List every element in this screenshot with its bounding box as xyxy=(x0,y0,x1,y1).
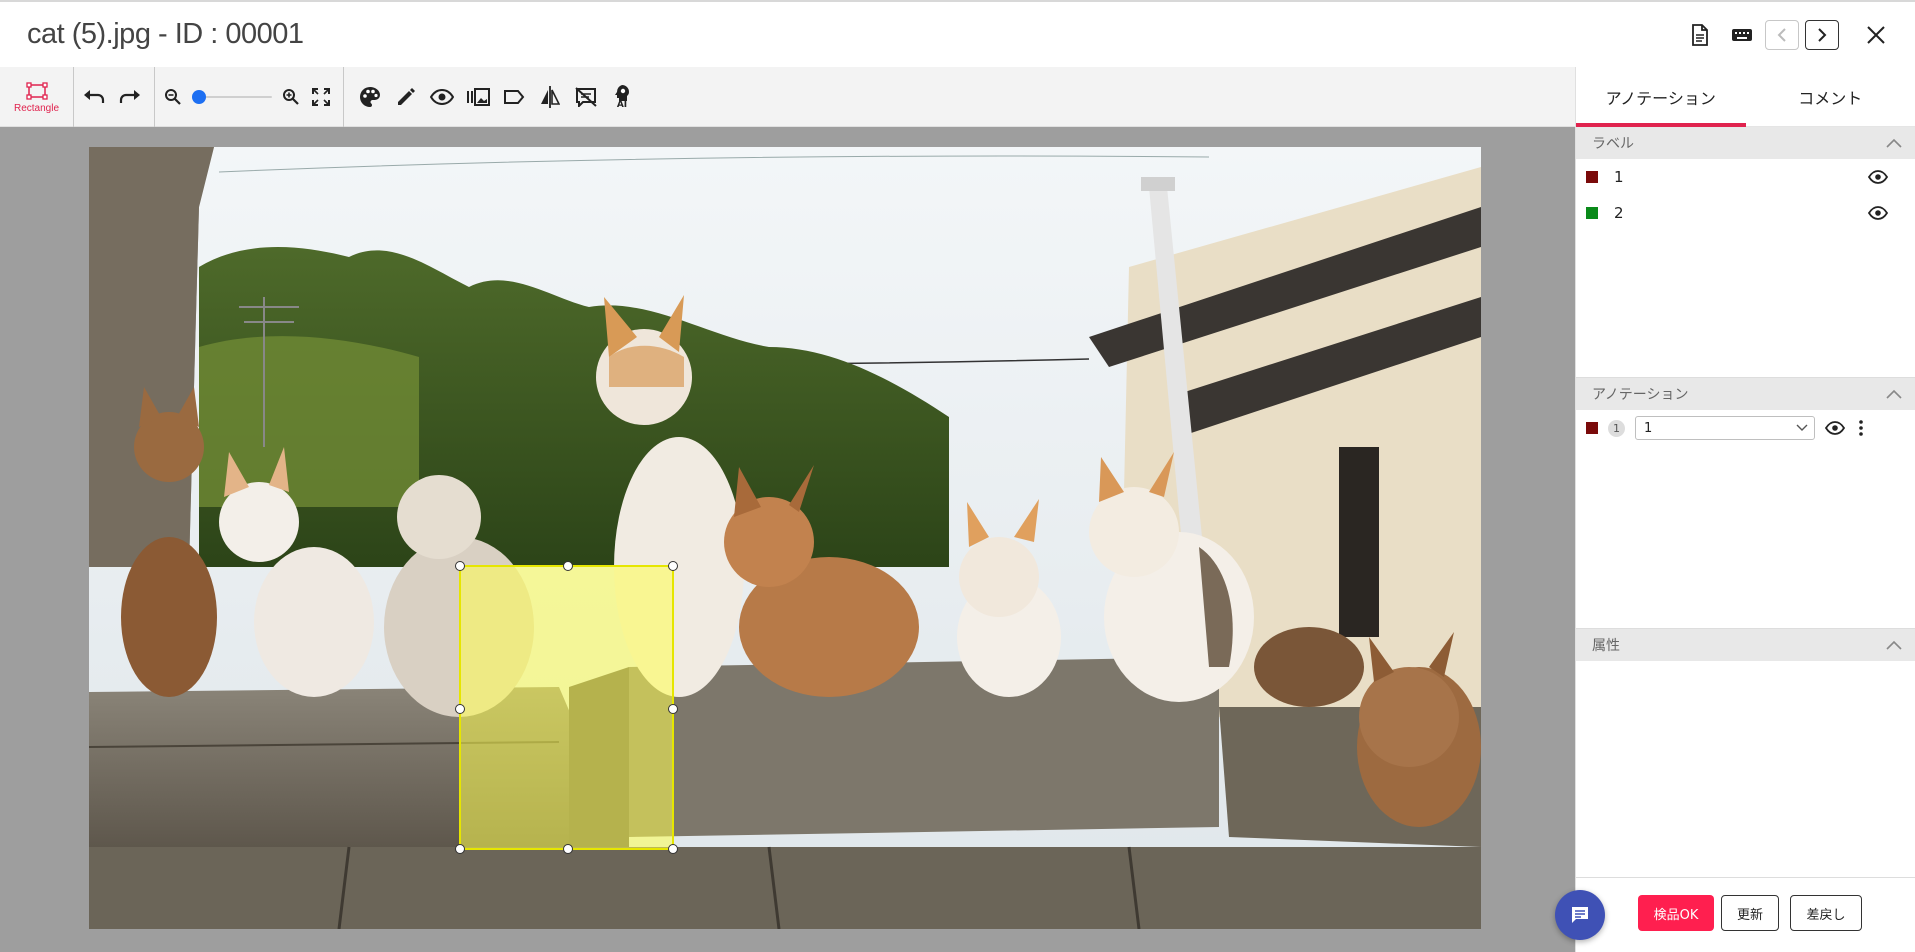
annotation-bounding-box[interactable] xyxy=(455,561,678,854)
zoom-slider[interactable] xyxy=(192,87,272,107)
annotation-item[interactable]: 1 1 xyxy=(1576,410,1915,446)
chevron-down-icon xyxy=(1796,424,1808,431)
view-tools-group: AI xyxy=(352,67,640,127)
undo-icon[interactable] xyxy=(76,77,112,117)
eye-icon[interactable] xyxy=(1868,206,1888,220)
chevron-up-icon xyxy=(1886,389,1902,399)
rectangle-tool-label: Rectangle xyxy=(13,102,60,114)
ai-assist-icon[interactable]: AI xyxy=(604,77,640,117)
resize-handle-bottom-left[interactable] xyxy=(455,844,465,854)
resize-handle-right[interactable] xyxy=(668,704,678,714)
attributes-section-title: 属性 xyxy=(1592,638,1620,654)
attributes-section: 属性 xyxy=(1576,629,1915,877)
fit-screen-icon[interactable] xyxy=(306,77,336,117)
rectangle-icon xyxy=(25,81,48,100)
eye-icon[interactable] xyxy=(1868,170,1888,184)
resize-handle-top[interactable] xyxy=(563,561,573,571)
zoom-group xyxy=(158,67,336,127)
label-color-swatch xyxy=(1586,171,1598,183)
labels-section-header[interactable]: ラベル xyxy=(1576,127,1915,159)
label-item-name: 1 xyxy=(1614,168,1624,186)
side-panel: アノテーション コメント ラベル 1 2 アノテーション 1 1 属性 検品OK… xyxy=(1575,67,1915,952)
tab-comment[interactable]: コメント xyxy=(1746,67,1915,126)
annotations-section-header[interactable]: アノテーション xyxy=(1576,378,1915,410)
keyboard-icon[interactable] xyxy=(1725,20,1759,50)
annotations-section-title: アノテーション xyxy=(1592,387,1689,403)
history-group xyxy=(76,67,148,127)
chevron-left-icon xyxy=(1777,28,1786,42)
update-button[interactable]: 更新 xyxy=(1721,895,1779,931)
close-button[interactable] xyxy=(1859,20,1893,50)
label-item[interactable]: 1 xyxy=(1576,159,1915,195)
palette-icon[interactable] xyxy=(352,77,388,117)
image-canvas[interactable] xyxy=(0,127,1575,952)
next-image-button[interactable] xyxy=(1805,20,1839,50)
chevron-right-icon xyxy=(1818,28,1827,42)
chat-button[interactable] xyxy=(1555,890,1605,940)
annotation-index-badge: 1 xyxy=(1608,419,1625,437)
pencil-icon[interactable] xyxy=(388,77,424,117)
annotation-color-swatch xyxy=(1586,422,1598,434)
tab-annotation[interactable]: アノテーション xyxy=(1576,67,1746,127)
resize-handle-top-right[interactable] xyxy=(668,561,678,571)
resize-handle-top-left[interactable] xyxy=(455,561,465,571)
annotation-label-value: 1 xyxy=(1644,420,1653,436)
annotations-section: アノテーション 1 1 xyxy=(1576,378,1915,629)
prev-image-button[interactable] xyxy=(1765,20,1799,50)
labels-section: ラベル 1 2 xyxy=(1576,127,1915,378)
send-back-button[interactable]: 差戻し xyxy=(1790,895,1862,931)
document-icon[interactable] xyxy=(1683,20,1717,50)
zoom-in-icon[interactable] xyxy=(276,77,306,117)
toolbar-divider xyxy=(343,67,344,127)
title-bar: cat (5).jpg - ID : 00001 xyxy=(0,0,1915,67)
resize-handle-bottom-right[interactable] xyxy=(668,844,678,854)
resize-handle-bottom[interactable] xyxy=(563,844,573,854)
chevron-up-icon xyxy=(1886,138,1902,148)
flip-icon[interactable] xyxy=(532,77,568,117)
page-title: cat (5).jpg - ID : 00001 xyxy=(27,18,304,50)
redo-icon[interactable] xyxy=(112,77,148,117)
resize-handle-left[interactable] xyxy=(455,704,465,714)
chat-icon xyxy=(1572,907,1588,923)
more-vertical-icon[interactable] xyxy=(1859,420,1863,436)
annotated-photo xyxy=(89,147,1481,929)
eye-icon[interactable] xyxy=(1825,421,1845,435)
toolbar-divider xyxy=(154,67,155,127)
ai-label: AI xyxy=(616,100,628,110)
zoom-out-icon[interactable] xyxy=(158,77,188,117)
eye-icon[interactable] xyxy=(424,77,460,117)
title-actions xyxy=(1675,20,1893,50)
zoom-slider-thumb[interactable] xyxy=(192,90,206,104)
hide-comments-icon[interactable] xyxy=(568,77,604,117)
inspection-ok-button[interactable]: 検品OK xyxy=(1638,895,1714,931)
chevron-up-icon xyxy=(1886,640,1902,650)
label-item-name: 2 xyxy=(1614,204,1624,222)
labels-section-title: ラベル xyxy=(1592,136,1634,152)
panel-tabs: アノテーション コメント xyxy=(1576,67,1915,127)
close-icon xyxy=(1867,26,1885,44)
panel-footer: 検品OK 更新 差戻し xyxy=(1576,877,1915,952)
attributes-section-header[interactable]: 属性 xyxy=(1576,629,1915,661)
gallery-icon[interactable] xyxy=(460,77,496,117)
label-tag-icon[interactable] xyxy=(496,77,532,117)
toolbar: Rectangle AI xyxy=(0,67,1575,127)
annotation-label-select[interactable]: 1 xyxy=(1635,416,1815,440)
rectangle-tool[interactable]: Rectangle xyxy=(0,67,74,127)
label-item[interactable]: 2 xyxy=(1576,195,1915,231)
label-color-swatch xyxy=(1586,207,1598,219)
